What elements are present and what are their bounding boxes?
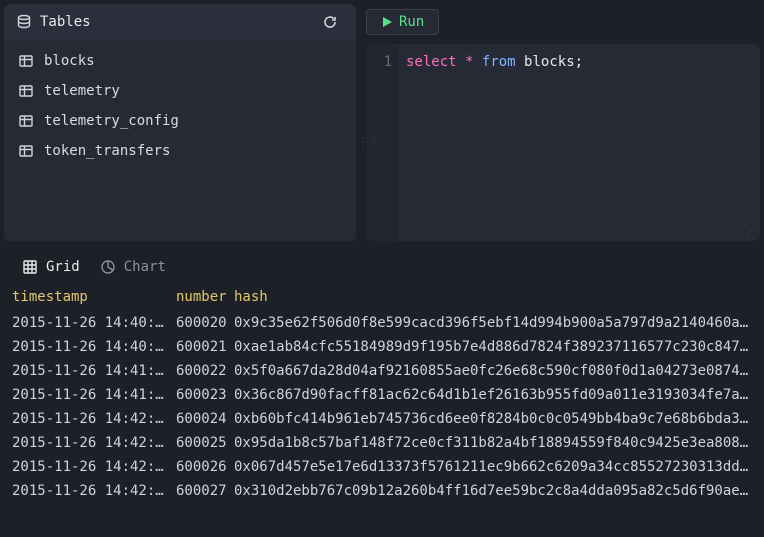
token-star: * — [465, 54, 473, 70]
table-icon — [18, 53, 34, 69]
table-list: blocks telemetry telemetry_config token_… — [4, 40, 356, 172]
cell-timestamp: 2015-11-26 14:40:… — [12, 339, 176, 355]
table-icon — [18, 83, 34, 99]
cell-timestamp: 2015-11-26 14:42:… — [12, 435, 176, 451]
cell-number: 600021 — [176, 339, 234, 355]
cell-number: 600022 — [176, 363, 234, 379]
cell-timestamp: 2015-11-26 14:42:… — [12, 411, 176, 427]
table-row[interactable]: 2015-11-26 14:42:…6000250x95da1b8c57baf1… — [8, 431, 756, 455]
col-header-timestamp[interactable]: timestamp — [12, 289, 176, 305]
table-name: blocks — [44, 53, 95, 69]
table-item-telemetry[interactable]: telemetry — [4, 76, 356, 106]
panel-resize-handle[interactable]: ⋮⋮ — [358, 141, 380, 145]
table-row[interactable]: 2015-11-26 14:41:…6000220x5f0a667da28d04… — [8, 359, 756, 383]
token-select: select — [406, 54, 457, 70]
editor-resize-handle[interactable]: ⋰ — [746, 226, 756, 237]
cell-hash: 0x36c867d90facff81ac62c64d1b1ef26163b955… — [234, 387, 752, 403]
table-name: telemetry_config — [44, 113, 179, 129]
cell-hash: 0x310d2ebb767c09b12a260b4ff16d7ee59bc2c8… — [234, 483, 752, 499]
cell-number: 600025 — [176, 435, 234, 451]
table-name: telemetry — [44, 83, 120, 99]
cell-hash: 0xb60bfc414b961eb745736cd6ee0f8284b0c0c0… — [234, 411, 752, 427]
cell-timestamp: 2015-11-26 14:41:… — [12, 363, 176, 379]
sql-editor[interactable]: ⋮⋮ 1 select * from blocks; ⋰ — [366, 44, 760, 241]
results-grid: timestamp number hash 2015-11-26 14:40:…… — [4, 285, 760, 503]
tab-grid[interactable]: Grid — [22, 259, 80, 275]
table-row[interactable]: 2015-11-26 14:40:…6000210xae1ab84cfc5518… — [8, 335, 756, 359]
results-panel: Grid Chart timestamp number hash 2015-11… — [0, 245, 764, 503]
grid-headers: timestamp number hash — [8, 285, 756, 311]
run-button[interactable]: Run — [366, 9, 439, 35]
cell-number: 600027 — [176, 483, 234, 499]
cell-timestamp: 2015-11-26 14:42:… — [12, 483, 176, 499]
refresh-icon — [322, 14, 338, 30]
tables-title: Tables — [40, 14, 316, 30]
database-icon — [16, 14, 32, 30]
token-ident: blocks — [524, 54, 575, 70]
cell-hash: 0xae1ab84cfc55184989d9f195b7e4d886d7824f… — [234, 339, 752, 355]
refresh-button[interactable] — [316, 8, 344, 36]
table-row[interactable]: 2015-11-26 14:42:…6000260x067d457e5e17e6… — [8, 455, 756, 479]
chart-icon — [100, 259, 116, 275]
play-icon — [381, 16, 393, 28]
tab-grid-label: Grid — [46, 259, 80, 275]
tables-header: Tables — [4, 4, 356, 40]
cell-number: 600026 — [176, 459, 234, 475]
cell-hash: 0x5f0a667da28d04af92160855ae0fc26e68c590… — [234, 363, 752, 379]
cell-timestamp: 2015-11-26 14:40:… — [12, 315, 176, 331]
col-header-number[interactable]: number — [176, 289, 234, 305]
table-item-blocks[interactable]: blocks — [4, 46, 356, 76]
editor-code[interactable]: select * from blocks; — [398, 44, 591, 241]
result-tabs: Grid Chart — [4, 245, 760, 285]
table-name: token_transfers — [44, 143, 170, 159]
cell-timestamp: 2015-11-26 14:42:… — [12, 459, 176, 475]
cell-hash: 0x95da1b8c57baf148f72ce0cf311b82a4bf1889… — [234, 435, 752, 451]
table-row[interactable]: 2015-11-26 14:41:…6000230x36c867d90facff… — [8, 383, 756, 407]
table-icon — [18, 143, 34, 159]
cell-timestamp: 2015-11-26 14:41:… — [12, 387, 176, 403]
token-from: from — [482, 54, 516, 70]
run-label: Run — [399, 14, 424, 30]
grid-body: 2015-11-26 14:40:…6000200x9c35e62f506d0f… — [8, 311, 756, 503]
tab-chart[interactable]: Chart — [100, 259, 166, 275]
table-item-token-transfers[interactable]: token_transfers — [4, 136, 356, 166]
cell-hash: 0x9c35e62f506d0f8e599cacd396f5ebf14d994b… — [234, 315, 752, 331]
run-bar: Run — [366, 4, 760, 40]
table-icon — [18, 113, 34, 129]
cell-number: 600020 — [176, 315, 234, 331]
table-item-telemetry-config[interactable]: telemetry_config — [4, 106, 356, 136]
tables-panel: Tables blocks telemetry — [4, 4, 356, 241]
cell-number: 600023 — [176, 387, 234, 403]
tab-chart-label: Chart — [124, 259, 166, 275]
line-number: 1 — [372, 54, 392, 70]
cell-number: 600024 — [176, 411, 234, 427]
cell-hash: 0x067d457e5e17e6d13373f5761211ec9b662c62… — [234, 459, 752, 475]
token-semi: ; — [575, 54, 583, 70]
col-header-hash[interactable]: hash — [234, 289, 752, 305]
table-row[interactable]: 2015-11-26 14:42:…6000270x310d2ebb767c09… — [8, 479, 756, 503]
grid-icon — [22, 259, 38, 275]
table-row[interactable]: 2015-11-26 14:40:…6000200x9c35e62f506d0f… — [8, 311, 756, 335]
editor-panel: Run ⋮⋮ 1 select * from blocks; ⋰ — [366, 4, 760, 241]
table-row[interactable]: 2015-11-26 14:42:…6000240xb60bfc414b961e… — [8, 407, 756, 431]
